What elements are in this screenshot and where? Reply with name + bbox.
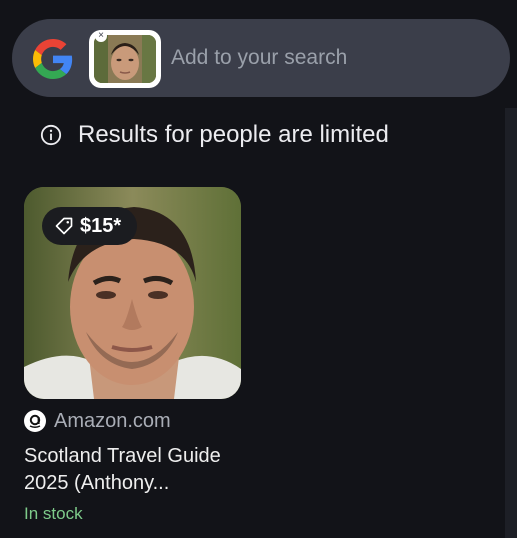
amazon-icon — [24, 410, 46, 432]
product-card[interactable]: $15* Amazon.com Scotland Travel Guide 20… — [24, 187, 241, 523]
info-icon[interactable] — [40, 124, 62, 146]
google-g-icon[interactable] — [33, 39, 73, 79]
stock-status: In stock — [24, 504, 83, 523]
product-title[interactable]: Scotland Travel Guide 2025 (Anthony... — [24, 443, 249, 497]
price-tag-icon — [55, 217, 73, 235]
query-image — [94, 35, 156, 83]
query-face-image — [94, 35, 156, 83]
limited-results-notice: Results for people are limited — [40, 120, 389, 150]
price-text: $15* — [80, 215, 122, 237]
merchant[interactable]: Amazon.com — [24, 409, 171, 433]
notice-text: Results for people are limited — [78, 121, 389, 148]
product-image[interactable]: $15* — [24, 187, 241, 399]
close-icon[interactable]: × — [95, 30, 107, 42]
price-chip[interactable]: $15* — [42, 207, 138, 245]
scrollbar[interactable] — [505, 108, 517, 538]
search-input[interactable]: Add to your search — [171, 45, 347, 71]
search-results-page: × Add to your search Results for people … — [0, 0, 517, 538]
merchant-name: Amazon.com — [54, 410, 171, 432]
